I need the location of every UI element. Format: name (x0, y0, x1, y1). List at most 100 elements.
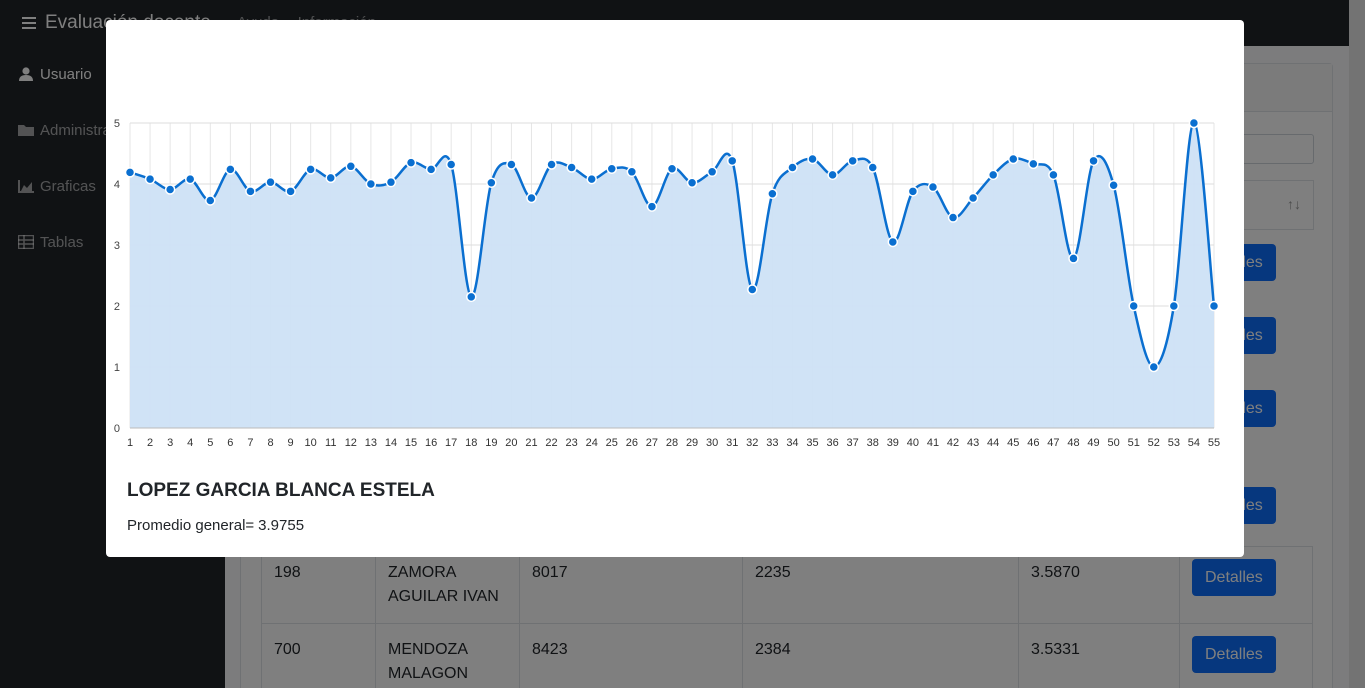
x-tick-label: 40 (907, 437, 919, 449)
data-point (345, 161, 357, 172)
x-tick-label: 29 (686, 437, 698, 449)
teacher-chart-modal: 0 1 2 3 4 5 1 2 3 4 5 6 7 8 9 10 11 12 13 14 15 16 17 18 19 20 21 2… (106, 20, 1244, 557)
evaluation-area-chart: 0123451 2 3 4 5 6 7 8 9 10 11 12 13 14 15 16 17 18 19 20 21 2… (114, 117, 1220, 449)
data-point (1168, 300, 1180, 312)
data-point (205, 195, 216, 206)
data-point (666, 163, 678, 174)
x-tick-label: 37 (847, 437, 859, 449)
y-tick-label: 1 (114, 362, 120, 374)
x-tick-label: 53 (1168, 437, 1180, 449)
data-point (546, 159, 557, 170)
x-tick-label: 20 (505, 437, 517, 449)
data-point (486, 177, 497, 189)
data-point (1108, 179, 1119, 191)
x-tick-label: 13 (365, 437, 377, 449)
data-point (767, 188, 778, 200)
data-point (466, 291, 477, 303)
data-point (787, 162, 798, 173)
x-tick-label: 35 (806, 437, 818, 449)
data-point (686, 177, 698, 189)
x-tick-label: 16 (425, 437, 437, 449)
x-tick-label: 55 (1208, 437, 1220, 449)
y-tick-label: 3 (114, 240, 120, 252)
data-point (566, 162, 577, 173)
data-point (305, 164, 316, 175)
x-tick-label: 52 (1148, 437, 1160, 449)
x-tick-label: 48 (1067, 437, 1079, 449)
x-tick-label: 47 (1047, 437, 1059, 449)
x-tick-label: 7 (247, 437, 253, 449)
x-tick-label: 44 (987, 437, 999, 449)
x-tick-label: 38 (867, 437, 879, 449)
data-point (927, 181, 939, 193)
data-point (1048, 169, 1059, 181)
data-point (365, 178, 377, 190)
data-point (144, 173, 156, 185)
data-point (967, 192, 979, 204)
data-point (124, 167, 136, 178)
data-point (385, 176, 397, 188)
x-tick-label: 9 (288, 437, 294, 449)
data-point (184, 173, 196, 185)
data-point (726, 155, 738, 167)
y-tick-label: 4 (114, 179, 120, 191)
data-point (526, 192, 537, 204)
data-point (947, 212, 959, 223)
data-point (245, 186, 256, 197)
x-tick-label: 43 (967, 437, 979, 449)
data-point (747, 284, 758, 295)
x-tick-label: 2 (147, 437, 153, 449)
data-point (827, 169, 838, 181)
data-point (887, 236, 899, 248)
data-point (445, 159, 457, 170)
data-point (405, 157, 417, 168)
data-point (586, 173, 597, 185)
data-point (606, 163, 618, 174)
x-tick-label: 51 (1128, 437, 1140, 449)
x-tick-label: 6 (227, 437, 233, 449)
data-point (1028, 158, 1039, 170)
x-tick-label: 39 (887, 437, 899, 449)
average-text: Promedio general= 3.9755 (127, 517, 304, 534)
y-tick-label: 2 (114, 301, 120, 313)
x-tick-label: 8 (267, 437, 273, 449)
x-tick-label: 24 (586, 437, 598, 449)
x-tick-label: 14 (385, 437, 397, 449)
data-point (164, 184, 176, 195)
data-point (907, 186, 919, 197)
x-tick-label: 41 (927, 437, 939, 449)
x-tick-label: 42 (947, 437, 959, 449)
x-tick-label: 46 (1027, 437, 1039, 449)
x-tick-label: 26 (626, 437, 638, 449)
data-point (1188, 117, 1200, 129)
average-label: Promedio general= (127, 517, 255, 534)
x-tick-label: 25 (606, 437, 618, 449)
x-tick-label: 50 (1108, 437, 1120, 449)
x-tick-label: 28 (666, 437, 678, 449)
x-tick-label: 11 (325, 437, 336, 449)
teacher-name: LOPEZ GARCIA BLANCA ESTELA (127, 480, 435, 501)
data-point (265, 176, 276, 188)
x-tick-label: 3 (167, 437, 173, 449)
data-point (646, 201, 658, 212)
x-tick-label: 34 (786, 437, 798, 449)
data-point (807, 153, 818, 165)
data-point (867, 162, 878, 173)
data-point (506, 159, 517, 170)
data-point (706, 166, 718, 178)
x-tick-label: 19 (485, 437, 497, 449)
data-point (1208, 300, 1220, 312)
data-point (285, 186, 296, 197)
x-tick-label: 18 (465, 437, 477, 449)
x-tick-label: 1 (127, 437, 133, 449)
x-tick-label: 36 (826, 437, 838, 449)
data-point (425, 164, 437, 175)
x-tick-label: 27 (646, 437, 658, 449)
x-tick-label: 22 (545, 437, 557, 449)
data-point (1128, 300, 1139, 312)
data-point (1148, 361, 1160, 373)
x-tick-label: 10 (305, 437, 317, 449)
data-point (1068, 253, 1079, 264)
x-tick-label: 45 (1007, 437, 1019, 449)
data-point (325, 172, 336, 184)
